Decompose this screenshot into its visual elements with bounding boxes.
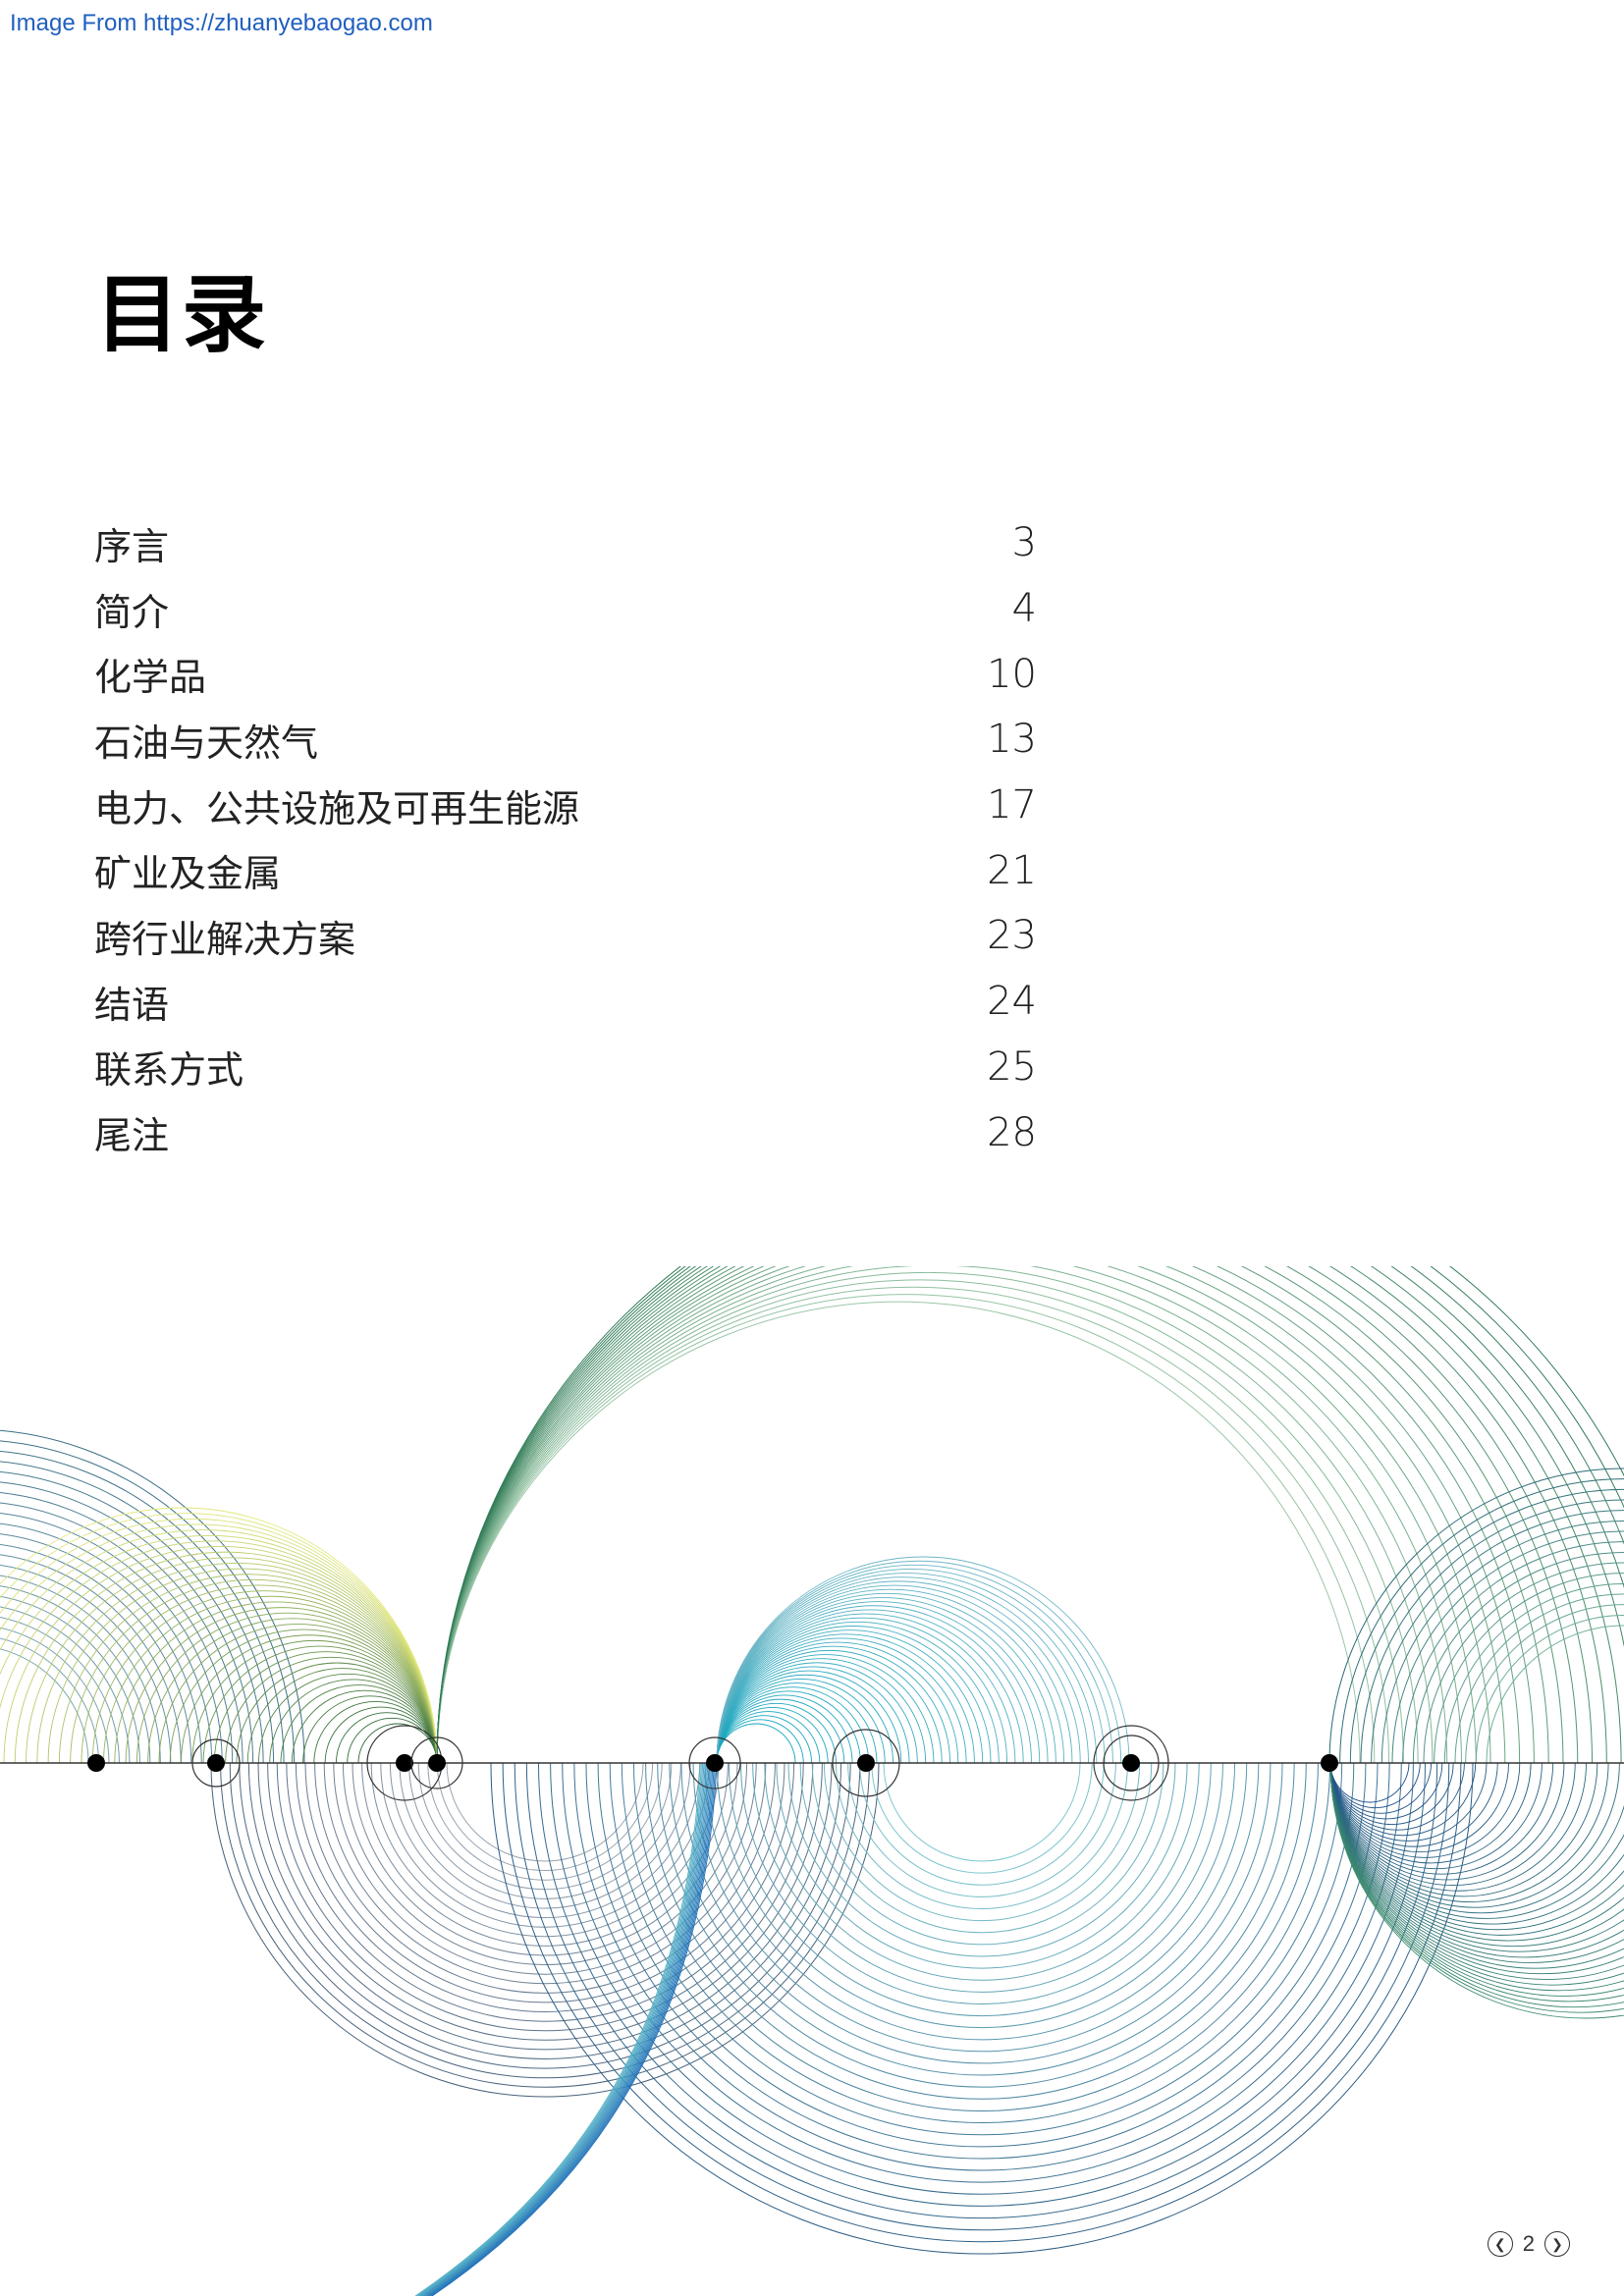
page-title: 目录 (95, 266, 268, 364)
toc-item[interactable]: 结语 24 (94, 969, 1037, 1035)
toc-item-page: 28 (987, 1109, 1037, 1155)
toc-item-page: 17 (987, 782, 1037, 828)
toc-item-page: 3 (1011, 520, 1037, 566)
toc-item[interactable]: 矿业及金属 21 (94, 837, 1037, 903)
toc-item[interactable]: 序言 3 (94, 510, 1037, 576)
pagination: ❮ 2 ❯ (1487, 2231, 1570, 2257)
toc-item[interactable]: 简介 4 (94, 576, 1037, 642)
page-number: 2 (1522, 2231, 1535, 2256)
toc-item-label: 跨行业解决方案 (94, 917, 356, 961)
toc-item-label: 结语 (94, 983, 170, 1027)
toc-item[interactable]: 电力、公共设施及可再生能源 17 (94, 773, 1037, 838)
toc-item-label: 序言 (94, 524, 170, 568)
chevron-right-icon[interactable]: ❯ (1544, 2231, 1570, 2257)
table-of-contents: 序言 3 简介 4 化学品 10 石油与天然气 13 电力、公共设施及可再生能源… (94, 510, 1037, 1165)
toc-item[interactable]: 化学品 10 (94, 641, 1037, 707)
toc-item-page: 24 (987, 979, 1037, 1025)
toc-item-page: 4 (1011, 586, 1037, 632)
toc-item-page: 23 (987, 913, 1037, 959)
toc-item[interactable]: 尾注 28 (94, 1099, 1037, 1165)
toc-item-label: 化学品 (94, 656, 207, 700)
toc-item-label: 矿业及金属 (94, 852, 282, 896)
toc-item[interactable]: 联系方式 25 (94, 1035, 1037, 1100)
toc-item-page: 21 (987, 847, 1037, 893)
toc-item-page: 25 (987, 1043, 1037, 1090)
toc-item-page: 10 (987, 651, 1037, 697)
decorative-arcs-illustration (0, 1266, 1624, 2296)
toc-item-label: 联系方式 (94, 1048, 244, 1093)
chevron-left-icon[interactable]: ❮ (1487, 2231, 1513, 2257)
toc-item-label: 电力、公共设施及可再生能源 (94, 786, 580, 830)
toc-item-label: 石油与天然气 (94, 721, 319, 765)
toc-item[interactable]: 石油与天然气 13 (94, 707, 1037, 773)
source-watermark[interactable]: Image From https://zhuanyebaogao.com (10, 10, 433, 37)
toc-item-label: 简介 (94, 590, 170, 634)
toc-item-label: 尾注 (94, 1114, 170, 1158)
toc-item-page: 13 (987, 717, 1037, 763)
toc-item[interactable]: 跨行业解决方案 23 (94, 903, 1037, 969)
